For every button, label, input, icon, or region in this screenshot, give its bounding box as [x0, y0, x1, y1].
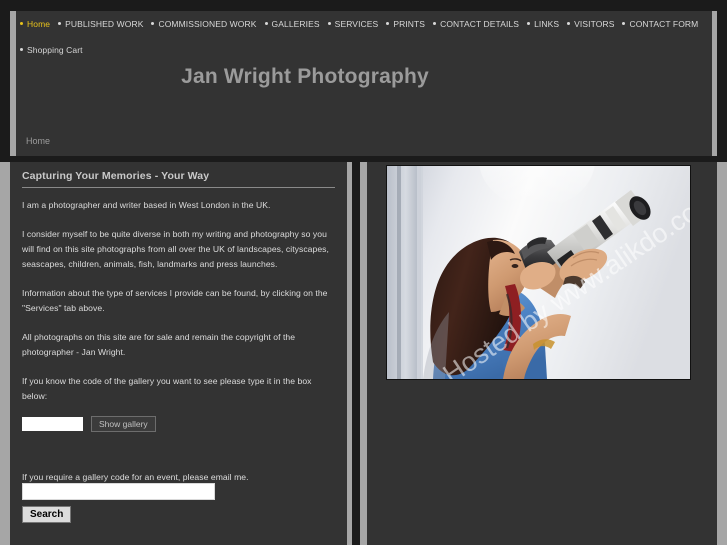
copyright-paragraph: All photographs on this site are for sal… — [22, 332, 296, 357]
site-header: Home PUBLISHED WORK COMMISSIONED WORK GALLE… — [10, 11, 717, 156]
nav-item-label: COMMISSIONED WORK — [158, 18, 257, 29]
nav-item-links[interactable]: LINKS — [527, 18, 559, 30]
nav-item-label: CONTACT FORM — [629, 18, 699, 29]
gallery-code-prompt: If you know the code of the gallery you … — [22, 376, 312, 401]
bullet-icon — [327, 22, 331, 26]
bullet-icon — [386, 22, 390, 26]
bullet-icon — [151, 22, 155, 26]
nav-item-published-work[interactable]: PUBLISHED WORK — [58, 18, 143, 30]
secondary-navigation: Shopping Cart — [16, 41, 712, 59]
nav-item-home[interactable]: Home — [20, 18, 50, 30]
show-gallery-button[interactable]: Show gallery — [91, 416, 156, 432]
bullet-icon — [527, 22, 531, 26]
main-content-panel: Capturing Your Memories - Your Way I am … — [0, 162, 352, 545]
nav-item-label: PUBLISHED WORK — [65, 18, 144, 29]
bullet-icon — [20, 22, 23, 26]
nav-item-label: VISITORS — [574, 18, 615, 29]
nav-item-label: LINKS — [534, 18, 560, 29]
search-input[interactable] — [22, 483, 215, 500]
breadcrumb: Home — [26, 136, 51, 146]
bullet-icon — [20, 48, 23, 52]
nav-item-label: Shopping Cart — [27, 44, 83, 55]
hero-photo-image: Hosted by www.alikdo.com — [387, 166, 690, 379]
nav-item-label: Home — [27, 18, 51, 29]
nav-item-galleries[interactable]: GALLERIES — [264, 18, 320, 30]
intro-paragraph: I am a photographer and writer based in … — [22, 200, 271, 210]
services-paragraph: Information about the type of services I… — [22, 288, 328, 313]
nav-item-prints[interactable]: PRINTS — [386, 18, 425, 30]
gallery-code-input[interactable] — [22, 417, 83, 431]
nav-item-label: PRINTS — [393, 18, 426, 29]
about-paragraph: I consider myself to be quite diverse in… — [22, 229, 329, 269]
bullet-icon — [264, 22, 268, 26]
nav-item-contact-details[interactable]: CONTACT DETAILS — [433, 18, 519, 30]
page-root: Home PUBLISHED WORK COMMISSIONED WORK GALLE… — [0, 0, 727, 545]
search-form: Search — [22, 483, 342, 523]
bullet-icon — [622, 22, 626, 26]
site-title: Jan Wright Photography — [181, 65, 429, 88]
nav-item-services[interactable]: SERVICES — [327, 18, 379, 30]
nav-item-label: GALLERIES — [271, 18, 320, 29]
hero-photo: Hosted by www.alikdo.com — [386, 165, 691, 380]
page-title: Capturing Your Memories - Your Way — [22, 170, 335, 188]
bullet-icon — [58, 22, 62, 26]
nav-item-visitors[interactable]: VISITORS — [567, 18, 614, 30]
nav-item-shopping-cart[interactable]: Shopping Cart — [20, 44, 83, 56]
bullet-icon — [433, 22, 437, 26]
gallery-code-form: Show gallery — [22, 416, 335, 432]
bullet-icon — [567, 22, 571, 26]
nav-item-label: CONTACT DETAILS — [440, 18, 520, 29]
search-button[interactable]: Search — [22, 506, 72, 523]
nav-item-contact-form[interactable]: CONTACT FORM — [622, 18, 698, 30]
nav-item-label: SERVICES — [334, 18, 379, 29]
primary-navigation: Home PUBLISHED WORK COMMISSIONED WORK GALLE… — [16, 15, 712, 33]
nav-item-commissioned-work[interactable]: COMMISSIONED WORK — [151, 18, 256, 30]
